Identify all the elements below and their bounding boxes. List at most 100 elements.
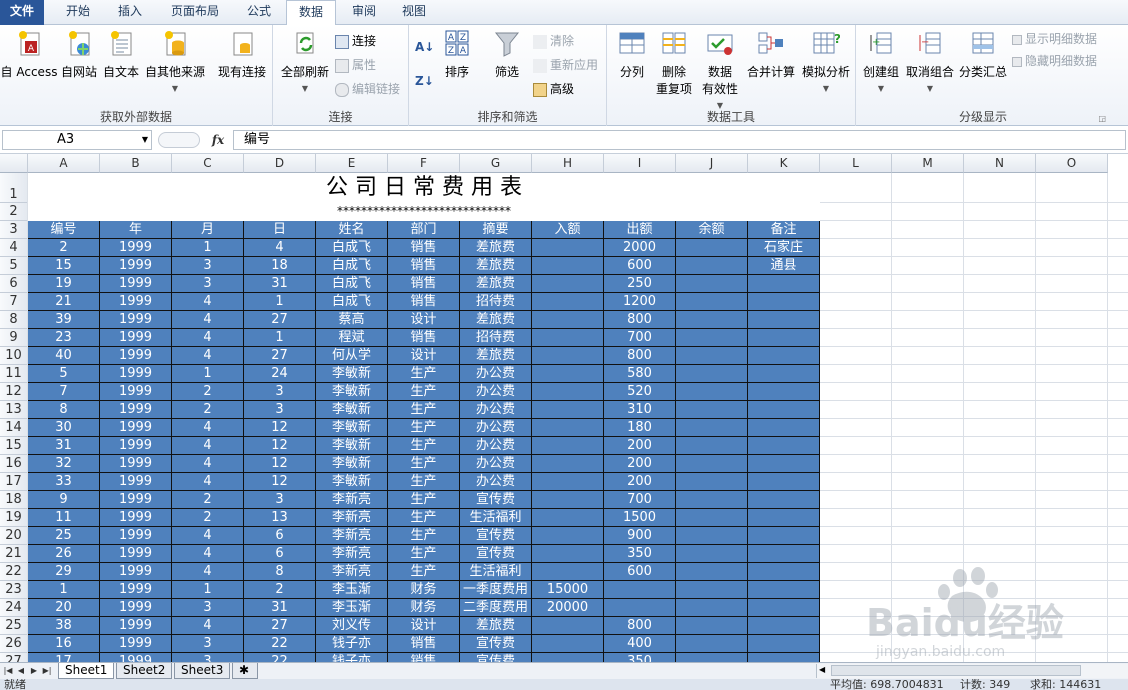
table-cell[interactable]: 580 [604, 365, 676, 383]
row-header[interactable]: 10 [0, 347, 28, 365]
table-cell[interactable] [748, 617, 820, 635]
row-header[interactable]: 11 [0, 365, 28, 383]
column-header[interactable]: I [604, 154, 676, 173]
table-cell[interactable]: 1999 [100, 257, 172, 275]
table-cell[interactable]: 蔡高 [316, 311, 388, 329]
column-header[interactable]: G [460, 154, 532, 173]
ungroup-button[interactable]: − 取消组合 ▼ [904, 29, 956, 94]
table-cell[interactable]: 刘义传 [316, 617, 388, 635]
table-cell[interactable]: 办公费 [460, 365, 532, 383]
table-cell[interactable] [676, 293, 748, 311]
row-header[interactable]: 26 [0, 635, 28, 653]
table-cell[interactable]: 15 [28, 257, 100, 275]
table-cell[interactable]: 8 [28, 401, 100, 419]
table-cell[interactable] [676, 455, 748, 473]
table-cell[interactable]: 1 [28, 581, 100, 599]
table-cell[interactable]: 23 [28, 329, 100, 347]
table-cell[interactable] [676, 401, 748, 419]
existing-connections-button[interactable]: 现有连接 [212, 29, 272, 80]
table-cell[interactable] [748, 437, 820, 455]
table-cell[interactable]: 李玉渐 [316, 581, 388, 599]
table-cell[interactable]: 18 [244, 257, 316, 275]
table-cell[interactable]: 250 [604, 275, 676, 293]
table-cell[interactable]: 12 [244, 455, 316, 473]
table-cell[interactable]: 29 [28, 563, 100, 581]
sheet-tab-sheet2[interactable]: Sheet2 [116, 663, 173, 679]
table-cell[interactable]: 4 [172, 563, 244, 581]
table-cell[interactable] [748, 491, 820, 509]
table-cell[interactable]: 38 [28, 617, 100, 635]
table-cell[interactable]: 李敏新 [316, 365, 388, 383]
row-header[interactable]: 8 [0, 311, 28, 329]
table-cell[interactable]: 1999 [100, 617, 172, 635]
table-cell[interactable] [676, 365, 748, 383]
table-cell[interactable]: 差旅费 [460, 257, 532, 275]
table-cell[interactable] [604, 581, 676, 599]
table-cell[interactable]: 4 [172, 419, 244, 437]
table-cell[interactable]: 1999 [100, 419, 172, 437]
table-cell[interactable]: 800 [604, 311, 676, 329]
table-cell[interactable]: 1999 [100, 635, 172, 653]
properties-button[interactable]: 属性 [335, 55, 376, 75]
table-cell[interactable]: 19 [28, 275, 100, 293]
table-cell[interactable]: 李新亮 [316, 491, 388, 509]
tab-review[interactable]: 审阅 [340, 0, 388, 25]
table-cell[interactable] [676, 437, 748, 455]
table-header-cell[interactable]: 姓名 [316, 221, 388, 239]
table-cell[interactable]: 1 [244, 329, 316, 347]
table-header-cell[interactable]: 入额 [532, 221, 604, 239]
column-header[interactable]: F [388, 154, 460, 173]
table-cell[interactable]: 32 [28, 455, 100, 473]
table-cell[interactable] [676, 257, 748, 275]
table-cell[interactable]: 24 [244, 365, 316, 383]
table-cell[interactable]: 办公费 [460, 383, 532, 401]
table-cell[interactable] [532, 275, 604, 293]
from-access-button[interactable]: A 自 Access [0, 29, 58, 80]
column-header[interactable]: M [892, 154, 964, 173]
from-other-sources-button[interactable]: 自其他来源 ▼ [142, 29, 208, 94]
table-cell[interactable]: 设计 [388, 311, 460, 329]
create-group-button[interactable]: + 创建组 ▼ [860, 29, 902, 94]
table-cell[interactable]: 生产 [388, 545, 460, 563]
table-cell[interactable]: 财务 [388, 599, 460, 617]
table-cell[interactable]: 3 [244, 491, 316, 509]
prev-sheet-icon[interactable]: ◀ [15, 664, 27, 678]
table-cell[interactable]: 200 [604, 455, 676, 473]
table-cell[interactable] [532, 563, 604, 581]
table-cell[interactable]: 销售 [388, 239, 460, 257]
table-cell[interactable]: 办公费 [460, 437, 532, 455]
table-cell[interactable]: 1999 [100, 581, 172, 599]
table-cell[interactable]: 生产 [388, 365, 460, 383]
table-header-cell[interactable]: 月 [172, 221, 244, 239]
row-header[interactable]: 14 [0, 419, 28, 437]
row-header[interactable]: 22 [0, 563, 28, 581]
table-cell[interactable]: 3 [172, 257, 244, 275]
row-header[interactable]: 19 [0, 509, 28, 527]
table-cell[interactable] [676, 491, 748, 509]
row-header[interactable]: 9 [0, 329, 28, 347]
table-cell[interactable]: 1999 [100, 437, 172, 455]
table-cell[interactable] [532, 293, 604, 311]
table-cell[interactable]: 1999 [100, 293, 172, 311]
table-cell[interactable]: 39 [28, 311, 100, 329]
table-cell[interactable]: 30 [28, 419, 100, 437]
table-cell[interactable] [532, 239, 604, 257]
table-cell[interactable]: 26 [28, 545, 100, 563]
table-cell[interactable] [532, 545, 604, 563]
table-cell[interactable]: 销售 [388, 635, 460, 653]
table-cell[interactable]: 3 [172, 275, 244, 293]
reapply-button[interactable]: 重新应用 [533, 55, 598, 75]
table-cell[interactable] [748, 401, 820, 419]
column-header[interactable]: B [100, 154, 172, 173]
table-cell[interactable]: 李敏新 [316, 401, 388, 419]
table-cell[interactable]: 销售 [388, 293, 460, 311]
table-cell[interactable]: 2 [172, 509, 244, 527]
sort-ascending-button[interactable]: A↓ [415, 37, 434, 57]
table-cell[interactable]: 3 [244, 401, 316, 419]
table-cell[interactable]: 4 [172, 473, 244, 491]
table-cell[interactable]: 4 [172, 347, 244, 365]
table-cell[interactable]: 生产 [388, 509, 460, 527]
table-cell[interactable] [748, 383, 820, 401]
table-cell[interactable]: 600 [604, 563, 676, 581]
table-cell[interactable]: 180 [604, 419, 676, 437]
